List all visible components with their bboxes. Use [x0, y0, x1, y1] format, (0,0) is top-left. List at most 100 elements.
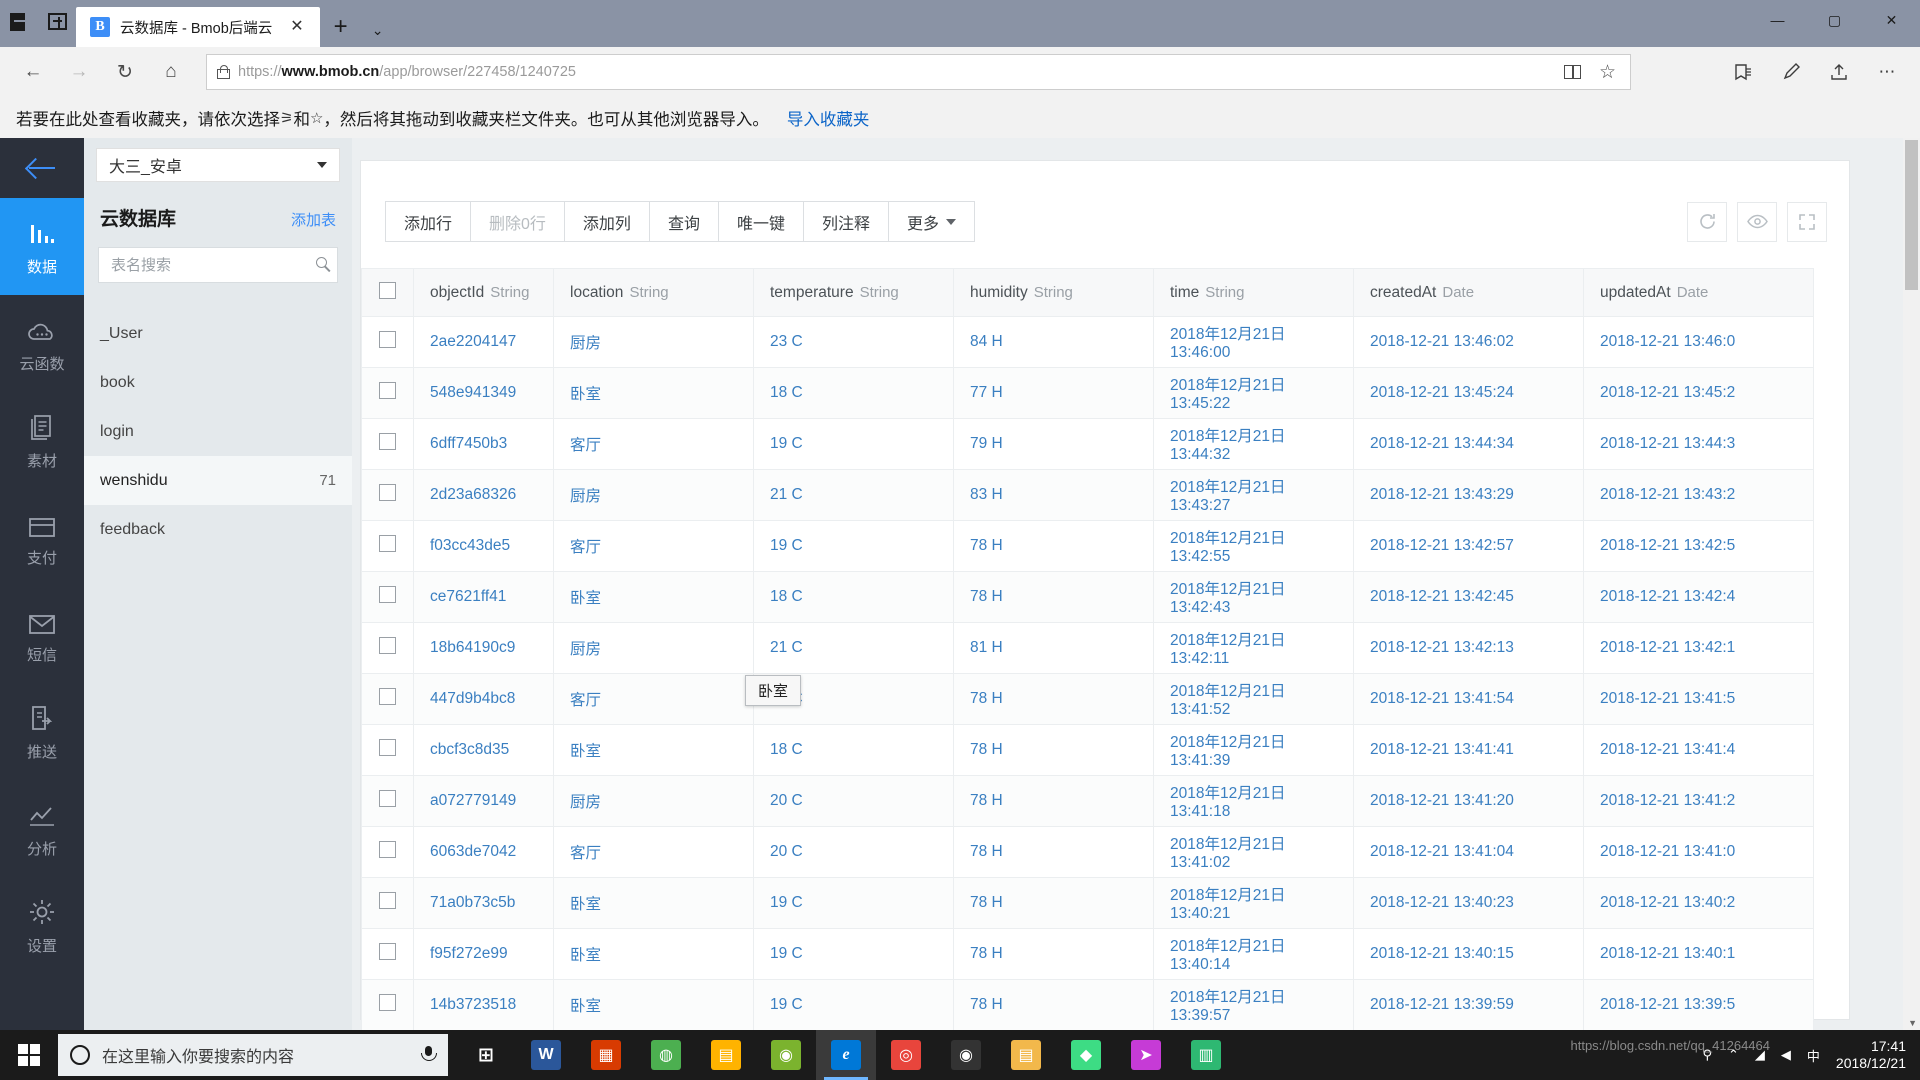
browser-tab[interactable]: B 云数据库 - Bmob后端云 ✕	[76, 7, 320, 47]
row-checkbox-cell[interactable]	[361, 469, 414, 521]
table-row[interactable]: a072779149 厨房 20 C 78 H 2018年12月21日 13:41:18…	[361, 775, 1814, 827]
column-header-location[interactable]: location String	[553, 268, 754, 317]
cell-updatedat[interactable]: 2018-12-21 13:40:1	[1583, 928, 1814, 980]
cell-temperature[interactable]: 18 C	[753, 367, 954, 419]
start-button[interactable]	[0, 1030, 58, 1080]
taskbar-app-calendar[interactable]: ▥	[1176, 1030, 1236, 1080]
query-button[interactable]: 查询	[648, 201, 718, 242]
unique-key-button[interactable]: 唯一键	[717, 201, 803, 242]
checkbox[interactable]	[379, 484, 396, 501]
list-item[interactable]: wenshidu 71	[84, 456, 352, 505]
cell-objectid[interactable]: 6063de7042	[413, 826, 554, 878]
cell-temperature[interactable]: 19 C	[753, 877, 954, 929]
row-checkbox-cell[interactable]	[361, 316, 414, 368]
list-item[interactable]: login	[84, 407, 352, 456]
cell-humidity[interactable]: 77 H	[953, 367, 1154, 419]
scrollbar-thumb[interactable]	[1905, 140, 1918, 290]
taskbar-app-chrome[interactable]: ◎	[876, 1030, 936, 1080]
sidebar-item-data[interactable]: 数据	[0, 198, 84, 295]
checkbox[interactable]	[379, 637, 396, 654]
add-column-button[interactable]: 添加列	[563, 201, 649, 242]
cell-updatedat[interactable]: 2018-12-21 13:41:5	[1583, 673, 1814, 725]
table-row[interactable]: 18b64190c9 厨房 21 C 81 H 2018年12月21日 13:42:11…	[361, 622, 1814, 674]
cell-time[interactable]: 2018年12月21日 13:41:52	[1153, 673, 1354, 725]
cell-temperature[interactable]: 21 C	[753, 469, 954, 521]
column-header-objectid[interactable]: objectId String	[413, 268, 554, 317]
favorite-star-icon[interactable]: ☆	[1599, 61, 1616, 84]
delete-rows-button[interactable]: 删除0行	[470, 201, 564, 242]
column-header-createdat[interactable]: createdAt Date	[1353, 268, 1584, 317]
cell-location[interactable]: 卧室	[553, 724, 754, 776]
select-all-header[interactable]	[361, 268, 414, 317]
sidebar-item-material[interactable]: 素材	[0, 392, 84, 489]
cell-location[interactable]: 客厅	[553, 520, 754, 572]
cell-location[interactable]: 卧室	[553, 877, 754, 929]
scroll-down-icon[interactable]: ▼	[1908, 1018, 1917, 1028]
cell-temperature[interactable]: 19 C	[753, 520, 954, 572]
back-icon[interactable]: ←	[12, 54, 54, 90]
sidebar-item-sms[interactable]: 短信	[0, 586, 84, 683]
row-checkbox-cell[interactable]	[361, 979, 414, 1030]
taskbar-app-folder[interactable]: ▤	[996, 1030, 1056, 1080]
checkbox[interactable]	[379, 739, 396, 756]
row-checkbox-cell[interactable]	[361, 928, 414, 980]
cell-objectid[interactable]: f95f272e99	[413, 928, 554, 980]
row-checkbox-cell[interactable]	[361, 826, 414, 878]
taskbar-app-android-studio[interactable]: ◆	[1056, 1030, 1116, 1080]
cell-temperature[interactable]: 19 C	[753, 418, 954, 470]
table-row[interactable]: 14b3723518 卧室 19 C 78 H 2018年12月21日 13:39:57…	[361, 979, 1814, 1030]
table-row[interactable]: 2d23a68326 厨房 21 C 83 H 2018年12月21日 13:43:27…	[361, 469, 1814, 521]
row-checkbox-cell[interactable]	[361, 367, 414, 419]
cell-objectid[interactable]: 548e941349	[413, 367, 554, 419]
cell-time[interactable]: 2018年12月21日 13:44:32	[1153, 418, 1354, 470]
cell-updatedat[interactable]: 2018-12-21 13:42:5	[1583, 520, 1814, 572]
page-scrollbar[interactable]: ▲ ▼	[1903, 138, 1920, 1030]
new-tab-button[interactable]: +	[320, 13, 362, 47]
cell-location[interactable]: 厨房	[553, 622, 754, 674]
cell-time[interactable]: 2018年12月21日 13:42:11	[1153, 622, 1354, 674]
cell-createdat[interactable]: 2018-12-21 13:41:04	[1353, 826, 1584, 878]
microphone-icon[interactable]	[420, 1046, 437, 1064]
checkbox[interactable]	[379, 994, 396, 1011]
more-button[interactable]: 更多	[887, 201, 975, 242]
maximize-button[interactable]: ▢	[1806, 0, 1863, 40]
cell-location[interactable]: 卧室	[553, 979, 754, 1030]
cell-createdat[interactable]: 2018-12-21 13:44:34	[1353, 418, 1584, 470]
column-header-time[interactable]: time String	[1153, 268, 1354, 317]
cell-location[interactable]: 客厅	[553, 673, 754, 725]
cell-location[interactable]: 厨房	[553, 775, 754, 827]
cell-humidity[interactable]: 78 H	[953, 571, 1154, 623]
minimize-button[interactable]: —	[1749, 0, 1806, 40]
cell-createdat[interactable]: 2018-12-21 13:46:02	[1353, 316, 1584, 368]
cell-location[interactable]: 客厅	[553, 418, 754, 470]
rail-back-button[interactable]	[0, 138, 84, 198]
import-favorites-link[interactable]: 导入收藏夹	[787, 106, 870, 130]
close-icon[interactable]: ✕	[282, 19, 311, 35]
table-row[interactable]: 6063de7042 客厅 20 C 78 H 2018年12月21日 13:41:02…	[361, 826, 1814, 878]
cell-humidity[interactable]: 78 H	[953, 826, 1154, 878]
cell-updatedat[interactable]: 2018-12-21 13:40:2	[1583, 877, 1814, 929]
taskbar-app-file-explorer[interactable]: ▤	[696, 1030, 756, 1080]
cell-time[interactable]: 2018年12月21日 13:40:14	[1153, 928, 1354, 980]
table-row[interactable]: 6dff7450b3 客厅 19 C 79 H 2018年12月21日 13:44:32…	[361, 418, 1814, 470]
sidebar-item-cloud-function[interactable]: 云函数	[0, 295, 84, 392]
taskbar-app-rocket[interactable]: ➤	[1116, 1030, 1176, 1080]
reading-view-icon[interactable]	[1563, 65, 1581, 79]
cell-temperature[interactable]: 23 C	[753, 316, 954, 368]
cell-location[interactable]: 厨房	[553, 316, 754, 368]
taskbar-app-cd-player[interactable]: ◉	[936, 1030, 996, 1080]
cell-objectid[interactable]: f03cc43de5	[413, 520, 554, 572]
cell-updatedat[interactable]: 2018-12-21 13:42:4	[1583, 571, 1814, 623]
cell-temperature[interactable]: 19 C	[753, 979, 954, 1030]
cell-time[interactable]: 2018年12月21日 13:43:27	[1153, 469, 1354, 521]
table-row[interactable]: f03cc43de5 客厅 19 C 78 H 2018年12月21日 13:42:55…	[361, 520, 1814, 572]
share-icon[interactable]	[1818, 54, 1860, 90]
cell-time[interactable]: 2018年12月21日 13:42:43	[1153, 571, 1354, 623]
project-select[interactable]: 大三_安卓	[96, 148, 340, 182]
cell-time[interactable]: 2018年12月21日 13:46:00	[1153, 316, 1354, 368]
cell-time[interactable]: 2018年12月21日 13:39:57	[1153, 979, 1354, 1030]
sidebar-item-analytics[interactable]: 分析	[0, 780, 84, 877]
cell-updatedat[interactable]: 2018-12-21 13:44:3	[1583, 418, 1814, 470]
checkbox[interactable]	[379, 892, 396, 909]
forward-icon[interactable]: →	[58, 54, 100, 90]
